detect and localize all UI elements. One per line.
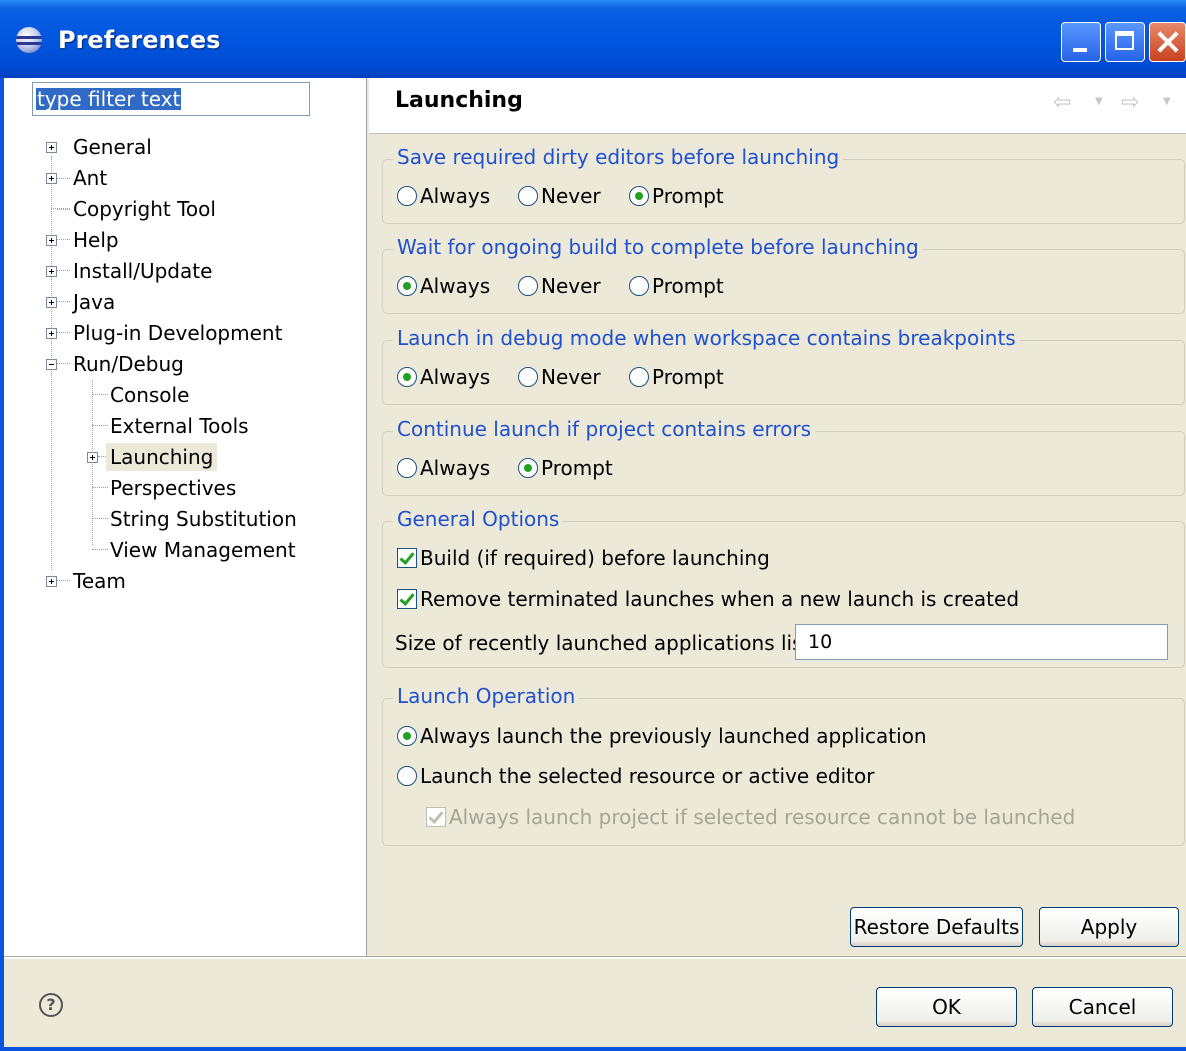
size-list-label: Size of recently launched applications l… xyxy=(395,631,818,655)
maximize-button[interactable] xyxy=(1105,22,1145,62)
cancel-button[interactable]: Cancel xyxy=(1032,987,1173,1027)
tree-item-view-management[interactable]: View Management xyxy=(110,536,296,564)
filter-input[interactable]: type filter text xyxy=(32,82,310,116)
group-label: General Options xyxy=(393,507,564,531)
back-arrow-icon[interactable]: ⇦ xyxy=(1053,90,1071,115)
general-options-group: General Options Build (if required) befo… xyxy=(382,507,1185,668)
expand-java-icon[interactable] xyxy=(46,297,57,308)
tree-item-external-tools[interactable]: External Tools xyxy=(110,412,249,440)
window-title: Preferences xyxy=(58,26,221,54)
launch-selected-radio[interactable]: Launch the selected resource or active e… xyxy=(397,764,874,788)
debug-always-radio[interactable]: Always xyxy=(397,365,490,389)
remove-terminated-checkbox[interactable]: Remove terminated launches when a new la… xyxy=(397,587,1019,611)
errors-prompt-radio[interactable]: Prompt xyxy=(518,456,613,480)
preference-tree-pane: type filter text General Ant Copyright T… xyxy=(0,78,367,956)
debug-prompt-radio[interactable]: Prompt xyxy=(629,365,724,389)
launch-operation-group: Launch Operation Always launch the previ… xyxy=(382,684,1185,846)
help-icon[interactable]: ? xyxy=(39,993,63,1017)
tree-item-java[interactable]: Java xyxy=(73,288,115,316)
launch-previous-radio[interactable]: Always launch the previously launched ap… xyxy=(397,724,927,748)
ok-button[interactable]: OK xyxy=(876,987,1017,1027)
save-never-radio[interactable]: Never xyxy=(518,184,601,208)
tree-item-string-substitution[interactable]: String Substitution xyxy=(110,505,297,533)
wait-build-group: Wait for ongoing build to complete befor… xyxy=(382,235,1185,314)
page-header: Launching ⇦ ▼ ⇨ ▼ xyxy=(369,78,1186,134)
page-title: Launching xyxy=(395,88,523,113)
tree-item-plugin-development[interactable]: Plug-in Development xyxy=(73,319,282,347)
preferences-dialog: Preferences type filter text General Ant… xyxy=(0,0,1186,1051)
debug-never-radio[interactable]: Never xyxy=(518,365,601,389)
tree-item-ant[interactable]: Ant xyxy=(73,164,107,192)
tree-item-help[interactable]: Help xyxy=(73,226,119,254)
tree-item-copyright-tool[interactable]: Copyright Tool xyxy=(73,195,216,223)
tree-item-launching[interactable]: Launching xyxy=(106,443,218,471)
expand-general-icon[interactable] xyxy=(46,142,57,153)
preference-page: Launching ⇦ ▼ ⇨ ▼ Save required dirty ed… xyxy=(369,78,1186,956)
minimize-button[interactable] xyxy=(1061,22,1101,62)
forward-arrow-icon[interactable]: ⇨ xyxy=(1121,90,1139,115)
group-label: Launch in debug mode when workspace cont… xyxy=(393,326,1020,350)
wait-never-radio[interactable]: Never xyxy=(518,274,601,298)
debug-mode-group: Launch in debug mode when workspace cont… xyxy=(382,326,1185,405)
group-label: Launch Operation xyxy=(393,684,580,708)
save-editors-group: Save required dirty editors before launc… xyxy=(382,145,1185,224)
expand-help-icon[interactable] xyxy=(46,235,57,246)
forward-dropdown-icon[interactable]: ▼ xyxy=(1163,96,1171,107)
eclipse-icon xyxy=(16,27,42,53)
close-button[interactable] xyxy=(1149,22,1186,62)
footer-divider xyxy=(0,956,1186,959)
expand-launching-icon[interactable] xyxy=(87,452,98,463)
expand-install-update-icon[interactable] xyxy=(46,266,57,277)
build-before-launch-checkbox[interactable]: Build (if required) before launching xyxy=(397,546,770,570)
back-dropdown-icon[interactable]: ▼ xyxy=(1095,96,1103,107)
save-always-radio[interactable]: Always xyxy=(397,184,490,208)
group-label: Wait for ongoing build to complete befor… xyxy=(393,235,923,259)
group-label: Save required dirty editors before launc… xyxy=(393,145,844,169)
tree-item-install-update[interactable]: Install/Update xyxy=(73,257,212,285)
wait-always-radio[interactable]: Always xyxy=(397,274,490,298)
continue-errors-group: Continue launch if project contains erro… xyxy=(382,417,1185,496)
tree-item-console[interactable]: Console xyxy=(110,381,189,409)
save-prompt-radio[interactable]: Prompt xyxy=(629,184,724,208)
expand-plugin-development-icon[interactable] xyxy=(46,328,57,339)
group-label: Continue launch if project contains erro… xyxy=(393,417,816,441)
launch-project-checkbox[interactable]: Always launch project if selected resour… xyxy=(426,805,1075,829)
tree-item-perspectives[interactable]: Perspectives xyxy=(110,474,236,502)
tree-item-run-debug[interactable]: Run/Debug xyxy=(73,350,184,378)
expand-ant-icon[interactable] xyxy=(46,173,57,184)
errors-always-radio[interactable]: Always xyxy=(397,456,490,480)
apply-button[interactable]: Apply xyxy=(1039,907,1179,947)
size-list-input[interactable]: 10 xyxy=(795,624,1168,660)
title-bar[interactable]: Preferences xyxy=(0,0,1186,78)
expand-team-icon[interactable] xyxy=(46,576,57,587)
tree-item-team[interactable]: Team xyxy=(73,567,126,595)
tree-item-general[interactable]: General xyxy=(73,133,152,161)
restore-defaults-button[interactable]: Restore Defaults xyxy=(850,907,1023,947)
wait-prompt-radio[interactable]: Prompt xyxy=(629,274,724,298)
collapse-run-debug-icon[interactable] xyxy=(46,359,57,370)
